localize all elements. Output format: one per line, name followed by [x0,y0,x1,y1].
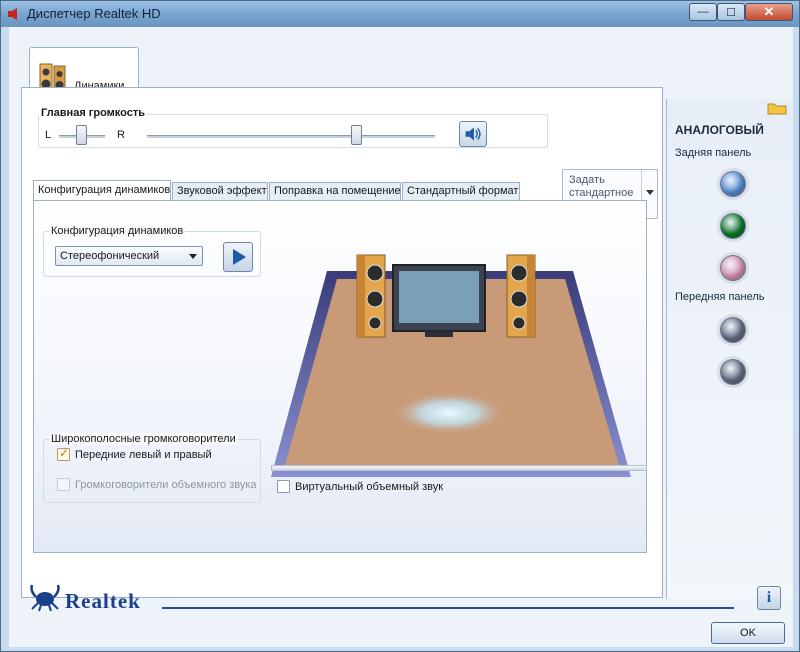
rear-jack-green[interactable] [720,213,746,239]
room-scene [271,254,631,477]
tab-default-format[interactable]: Стандартный формат [402,182,520,200]
right-speaker-icon [506,254,536,338]
mute-button[interactable] [459,121,487,147]
brand-underline [162,607,734,609]
sweet-spot-glow [391,391,507,435]
surround-speakers-checkbox[interactable] [57,478,70,491]
minimize-button[interactable]: — [689,3,717,21]
front-jack-2[interactable] [720,359,746,385]
front-speakers-label: Передние левый и правый [75,449,212,461]
volume-title: Главная громкость [39,107,148,119]
realtek-crab-logo [30,584,60,612]
tab-sound-effect[interactable]: Звуковой эффект [172,182,268,200]
maximize-button[interactable]: ☐ [717,3,745,21]
virtual-surround-checkbox[interactable] [277,480,290,493]
analog-title: АНАЛОГОВЫЙ [675,123,764,137]
realtek-brand: Realtek [65,589,141,613]
fullrange-title: Широкополосные громкоговорители [49,433,238,445]
tab-room-correction[interactable]: Поправка на помещение [269,182,401,200]
speaker-volume-icon [465,127,481,141]
front-speakers-checkbox[interactable] [57,446,70,461]
rear-jack-blue[interactable] [720,171,746,197]
front-jack-1[interactable] [720,317,746,343]
folder-icon[interactable] [767,101,787,115]
rear-jack-pink[interactable] [720,255,746,281]
tab-speaker-config[interactable]: Конфигурация динамиков [33,180,171,201]
info-button[interactable]: i [757,586,781,610]
rear-panel-label: Задняя панель [675,147,752,159]
volume-track[interactable] [147,135,435,138]
monitor-icon [392,264,486,337]
room-base [271,465,647,471]
speaker-config-select[interactable]: Стереофонический [55,246,203,266]
title-bar[interactable]: Диспетчер Realtek HD — ☐ ✕ [1,1,799,27]
balance-right-label: R [117,129,125,141]
balance-left-label: L [45,129,52,141]
virtual-surround-label: Виртуальный объемный звук [295,481,444,493]
volume-slider-thumb[interactable] [351,125,363,145]
speaker-config-title: Конфигурация динамиков [49,225,186,237]
ok-button[interactable]: OK [711,622,785,644]
realtek-window: Диспетчер Realtek HD — ☐ ✕ Динамики Зада… [0,0,800,652]
analog-panel: АНАЛОГОВЫЙ Задняя панель Передняя панель [666,99,793,599]
play-test-button[interactable] [223,242,253,272]
surround-speakers-label: Громкоговорители объемного звука [75,479,257,491]
balance-slider-thumb[interactable] [76,125,87,145]
client-area: Динамики Задать стандартное устройство Г… [9,27,793,647]
close-button[interactable]: ✕ [745,3,793,21]
speaker-app-icon [8,8,17,20]
front-panel-label: Передняя панель [675,291,765,303]
window-title: Диспетчер Realtek HD [27,6,161,21]
left-speaker-icon [356,254,386,338]
